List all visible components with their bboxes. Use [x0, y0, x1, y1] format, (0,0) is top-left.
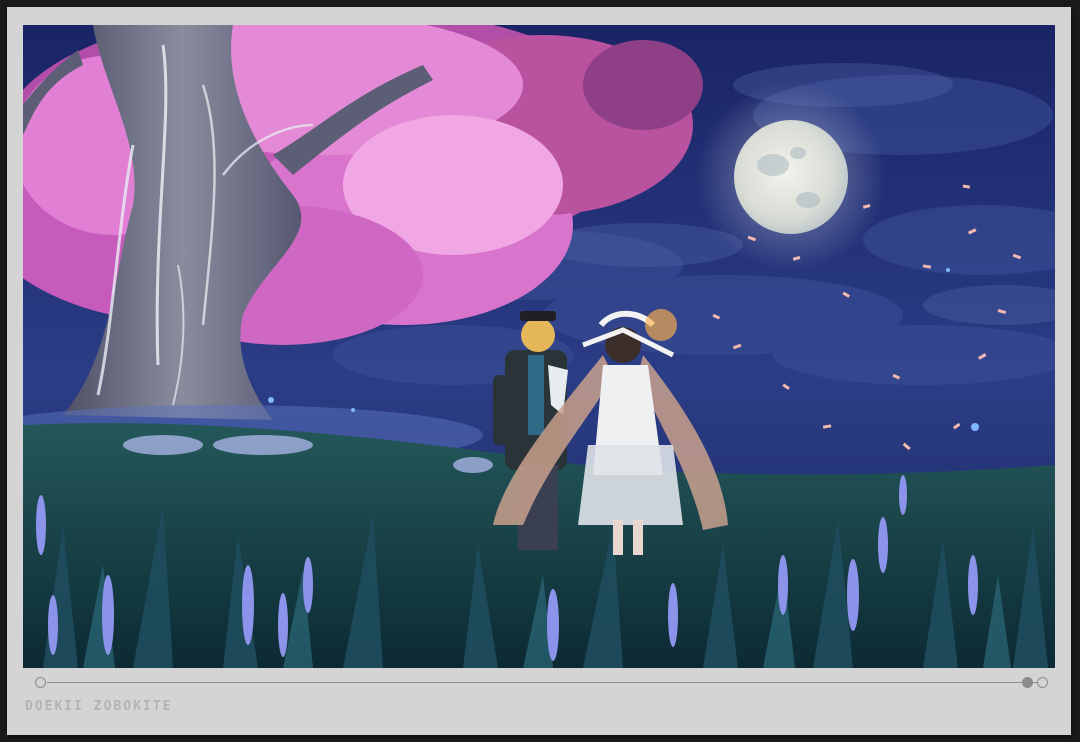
footer-left-circle-icon: [35, 677, 46, 688]
footer-right-circle-icon: [1037, 677, 1048, 688]
watermark-text: DOEKII ZOBOKITE: [25, 699, 173, 714]
footer-right-dot-icon: [1022, 677, 1033, 688]
moon: [734, 120, 848, 234]
lantern-glow: [645, 309, 677, 341]
photo-frame: DOEKII ZOBOKITE: [7, 7, 1071, 735]
game-screenshot: [23, 25, 1055, 668]
footer-divider: [47, 682, 1043, 683]
